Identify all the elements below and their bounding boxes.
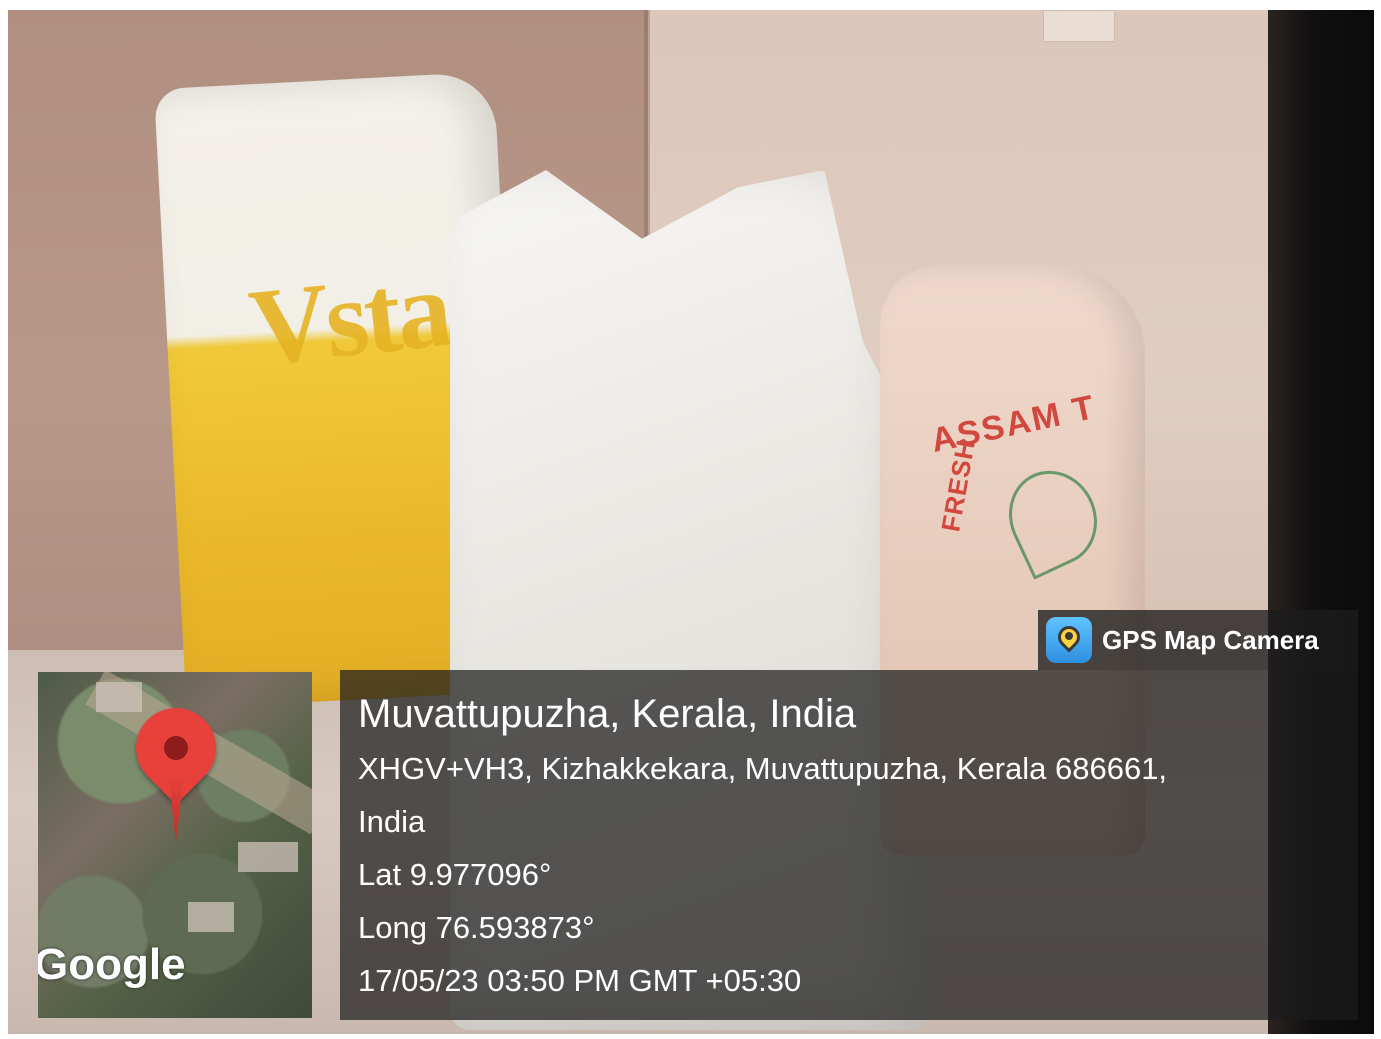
gps-camera-icon — [1046, 617, 1092, 663]
map-pin-dot — [164, 736, 188, 760]
map-roof — [238, 842, 298, 872]
wall-switch — [1043, 10, 1115, 42]
map-roof — [96, 682, 142, 712]
gps-camera-label: GPS Map Camera — [1102, 624, 1319, 655]
latitude: Lat 9.977096° — [358, 857, 552, 892]
timestamp: 17/05/23 03:50 PM GMT +05:30 — [358, 963, 802, 998]
address-line-2: India — [358, 804, 426, 839]
map-pin-tail — [168, 772, 184, 842]
address-line-1: XHGV+VH3, Kizhakkekara, Muvattupuzha, Ke… — [358, 751, 1168, 786]
map-thumbnail: Google — [38, 672, 312, 1018]
gps-camera-tag: GPS Map Camera — [1038, 610, 1358, 670]
yellow-sack-brand: Vsta — [244, 246, 454, 390]
location-info-panel: Muvattupuzha, Kerala, India XHGV+VH3, Ki… — [340, 670, 1358, 1020]
google-logo: Google — [38, 940, 186, 989]
map-roof — [188, 902, 234, 932]
place-title: Muvattupuzha, Kerala, India — [358, 692, 857, 736]
longitude: Long 76.593873° — [358, 910, 595, 945]
